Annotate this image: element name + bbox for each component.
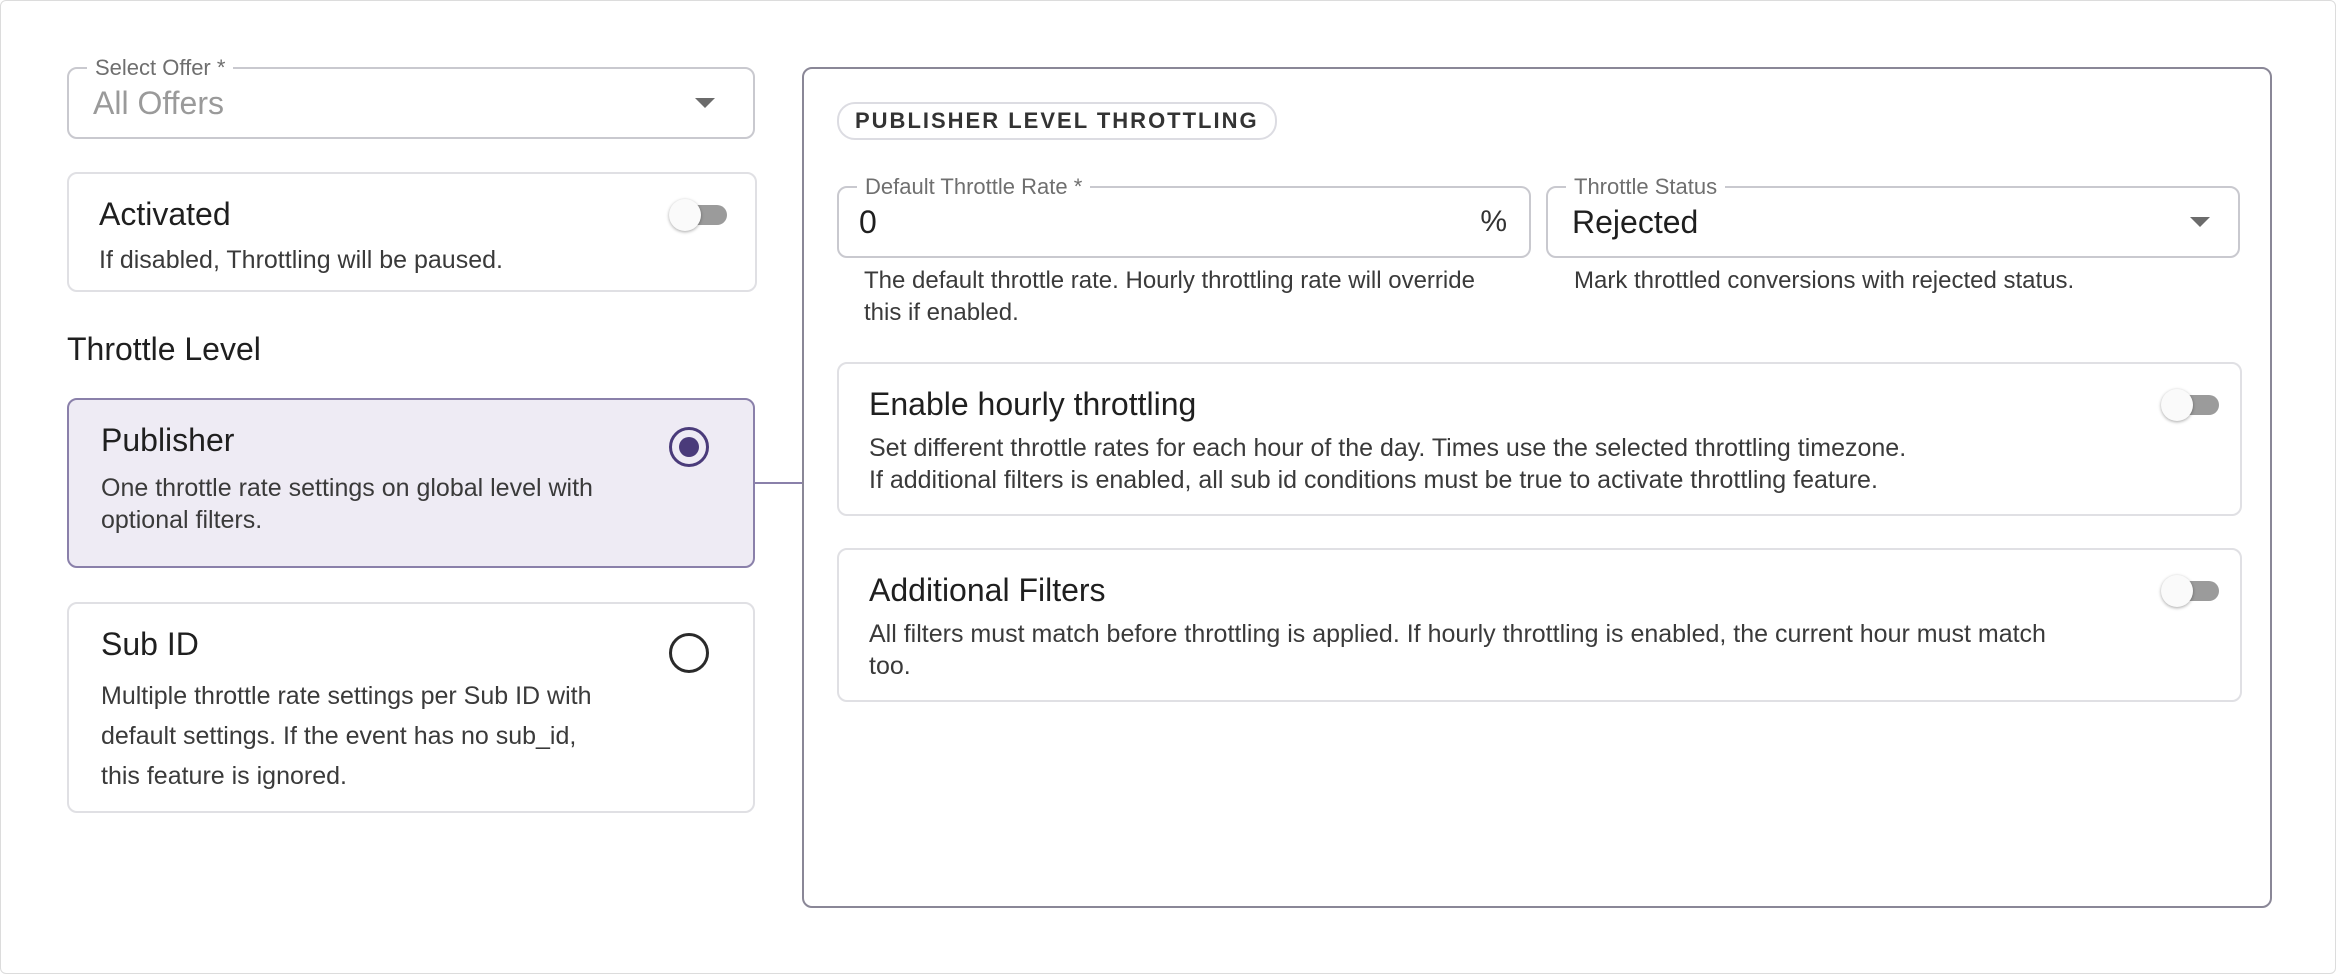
default-throttle-rate-helper: The default throttle rate. Hourly thrott… [864,267,1475,326]
subid-option-description: Multiple throttle rate settings per Sub … [101,682,592,790]
activated-toggle[interactable] [669,198,731,232]
throttle-status-label: Throttle Status [1566,174,1726,200]
select-offer-value: All Offers [93,85,224,121]
chevron-down-icon [2190,217,2210,227]
connector-line [755,482,803,484]
select-offer-dropdown[interactable]: Select Offer * All Offers [67,55,755,139]
select-offer-label: Select Offer * [87,55,234,81]
settings-container: Select Offer * All Offers Activated If d… [0,0,2336,974]
default-throttle-rate-label: Default Throttle Rate * [857,174,1091,200]
hourly-throttling-toggle[interactable] [2161,388,2223,422]
throttle-level-heading: Throttle Level [67,331,261,367]
hourly-throttling-title: Enable hourly throttling [869,386,1197,422]
subid-radio[interactable] [669,633,709,673]
publisher-option-title: Publisher [101,422,235,458]
throttle-status-helper: Mark throttled conversions with rejected… [1574,267,2075,294]
additional-filters-description: All filters must match before throttling… [869,620,2046,680]
activated-card: Activated If disabled, Throttling will b… [67,172,757,292]
additional-filters-title: Additional Filters [869,572,1106,608]
panel-badge: PUBLISHER LEVEL THROTTLING [837,102,1277,140]
hourly-throttling-line1: Set different throttle rates for each ho… [869,434,1907,462]
activated-description: If disabled, Throttling will be paused. [99,246,503,274]
subid-option-title: Sub ID [101,626,199,662]
additional-filters-toggle[interactable] [2161,574,2223,608]
chevron-down-icon [695,98,715,108]
additional-filters-card: Additional Filters All filters must matc… [837,548,2242,702]
hourly-throttling-line2: If additional filters is enabled, all su… [869,466,1878,494]
hourly-throttling-card: Enable hourly throttling Set different t… [837,362,2242,516]
publisher-throttling-panel: PUBLISHER LEVEL THROTTLING Default Throt… [802,67,2272,908]
publisher-radio[interactable] [669,427,709,467]
throttle-level-publisher-option[interactable]: Publisher One throttle rate settings on … [67,398,755,568]
throttle-status-value: Rejected [1572,204,1699,240]
percent-unit: % [1480,205,1507,238]
activated-title: Activated [99,196,231,232]
throttle-status-dropdown[interactable]: Throttle Status Rejected [1546,174,2240,258]
default-throttle-rate-value: 0 [859,204,877,240]
throttle-level-subid-option[interactable]: Sub ID Multiple throttle rate settings p… [67,602,755,813]
publisher-option-description: One throttle rate settings on global lev… [101,474,593,534]
default-throttle-rate-field[interactable]: Default Throttle Rate * 0 % [837,174,1531,258]
